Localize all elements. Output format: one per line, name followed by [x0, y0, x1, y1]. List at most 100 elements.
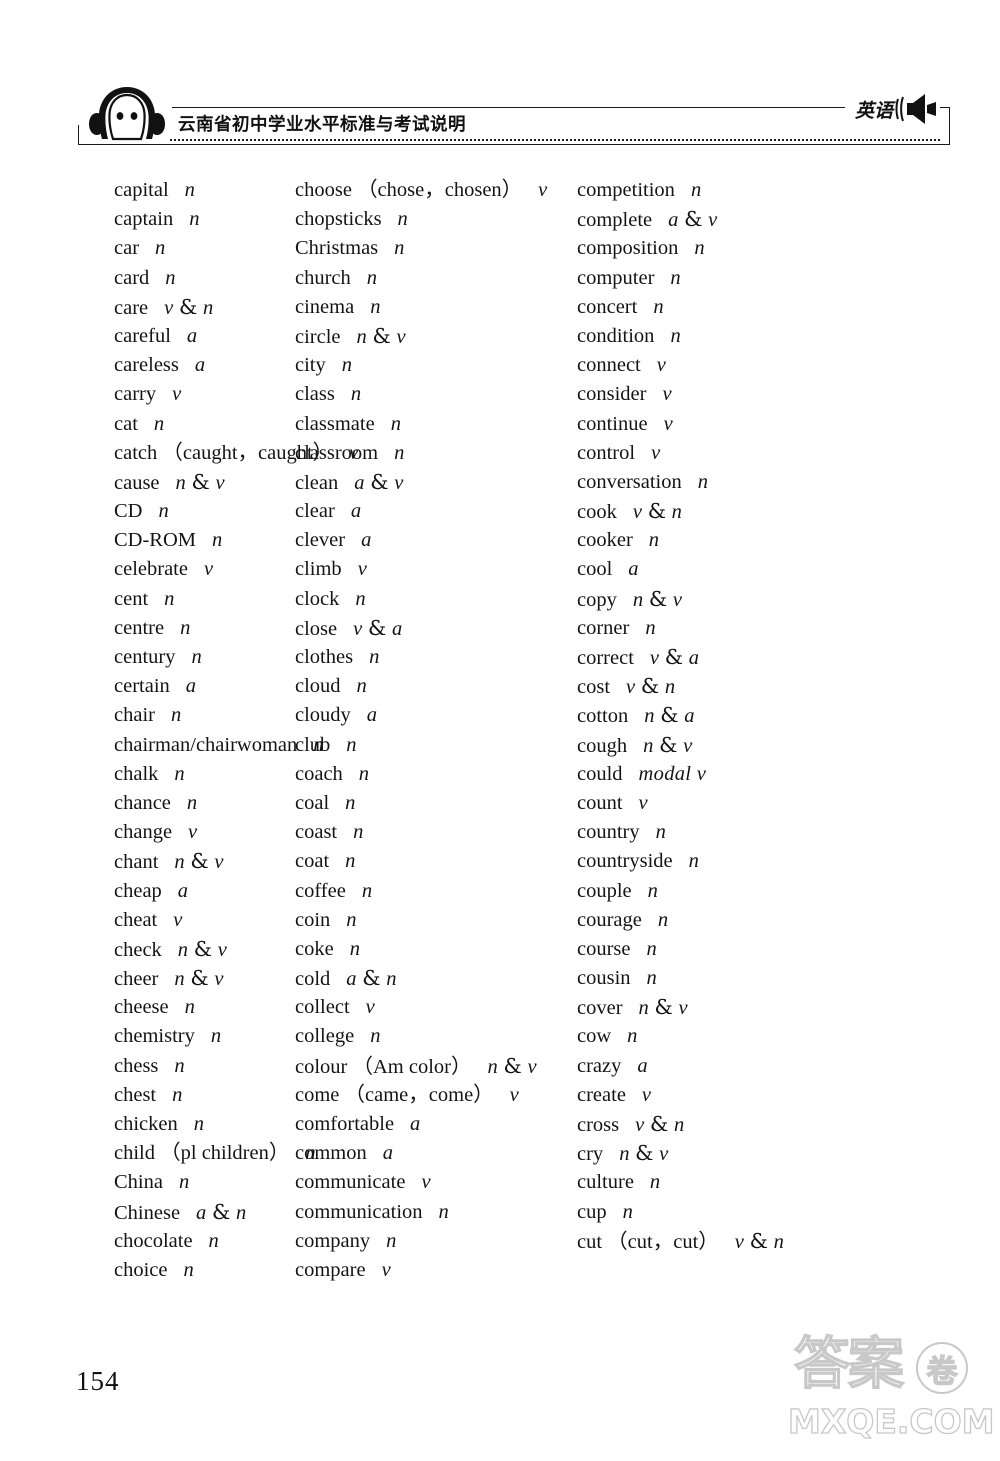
vocabulary-term: coke — [295, 937, 334, 960]
vocabulary-entry: certain a — [114, 672, 285, 701]
vocabulary-entry: college n — [295, 1022, 577, 1051]
vocabulary-term: change — [114, 821, 173, 844]
vocabulary-term: concert — [577, 295, 638, 318]
vocabulary-term: crazy — [577, 1054, 622, 1077]
vocabulary-entry: compare v — [295, 1256, 577, 1285]
vocabulary-part-of-speech: n & v — [356, 323, 406, 348]
vocabulary-term: collect — [295, 996, 350, 1019]
vocabulary-term: care — [114, 296, 149, 319]
vocabulary-term: cinema — [295, 295, 355, 318]
vocabulary-part-of-speech: n — [397, 208, 409, 231]
vocabulary-part-of-speech: n — [688, 850, 700, 873]
vocabulary-entry: common a — [295, 1139, 577, 1168]
vocabulary-part-of-speech: n — [189, 208, 200, 231]
vocabulary-entry: couple n — [577, 877, 1000, 906]
vocabulary-entry: composition n — [577, 234, 1000, 263]
vocabulary-term: cloud — [295, 675, 341, 698]
vocabulary-entry: country n — [577, 818, 1000, 847]
vocabulary-columns: capital n captain n car n card n care v & n carefu… — [0, 176, 1000, 1285]
vocabulary-term: countryside — [577, 850, 673, 873]
watermark-circle-char: 卷 — [926, 1353, 958, 1390]
vocabulary-part-of-speech: v — [509, 1083, 520, 1106]
vocabulary-entry: cheer n & v — [114, 964, 285, 993]
vocabulary-term: clever — [295, 529, 346, 552]
vocabulary-entry: CD-ROM n — [114, 526, 285, 555]
vocabulary-inflections: （chose，chosen） — [357, 179, 523, 201]
vocabulary-entry: culture n — [577, 1168, 1000, 1197]
vocabulary-part-of-speech: n — [646, 967, 658, 990]
vocabulary-part-of-speech: v — [172, 383, 182, 406]
vocabulary-term: city — [295, 354, 326, 377]
vocabulary-entry: chest n — [114, 1081, 285, 1110]
vocabulary-entry: courage n — [577, 906, 1000, 935]
vocabulary-term: cup — [577, 1200, 607, 1223]
vocabulary-part-of-speech: n & v — [632, 586, 683, 611]
vocabulary-entry: colour （Am color） n & v — [295, 1052, 577, 1081]
vocabulary-term: country — [577, 821, 640, 844]
vocabulary-term: carry — [114, 383, 157, 406]
vocabulary-part-of-speech: a — [186, 324, 198, 347]
vocabulary-term: check — [114, 938, 162, 961]
vocabulary-entry: count v — [577, 789, 1000, 818]
vocabulary-term: careless — [114, 354, 179, 377]
vocabulary-entry: classmate n — [295, 410, 577, 439]
vocabulary-term: count — [577, 791, 623, 814]
watermark-domain: MXQE.COM — [787, 1401, 995, 1441]
vocabulary-term: consider — [577, 383, 647, 406]
vocabulary-part-of-speech: n — [390, 412, 402, 435]
vocabulary-term: correct — [577, 647, 634, 669]
vocabulary-term: connect — [577, 354, 641, 377]
vocabulary-entry: coin n — [295, 906, 577, 935]
vocabulary-entry: condition n — [577, 322, 1000, 351]
vocabulary-part-of-speech: n — [153, 412, 165, 435]
vocabulary-term: condition — [577, 324, 655, 347]
vocabulary-part-of-speech: a — [361, 529, 372, 552]
headphones-face-icon — [89, 87, 165, 141]
vocabulary-entry: cool a — [577, 555, 1000, 584]
vocabulary-term: centre — [114, 616, 165, 639]
vocabulary-term: capital — [114, 179, 169, 201]
vocabulary-entry: China n — [114, 1168, 285, 1197]
vocabulary-inflections: （cut，cut） — [607, 1230, 719, 1253]
vocabulary-part-of-speech: a — [350, 500, 362, 523]
vocabulary-entry: classroom n — [295, 439, 577, 468]
vocabulary-part-of-speech: n — [386, 1229, 397, 1252]
vocabulary-part-of-speech: v — [651, 441, 661, 464]
vocabulary-part-of-speech: a — [637, 1054, 648, 1077]
vocabulary-part-of-speech: a — [185, 675, 197, 698]
vocabulary-entry: chairman/chairwoman n — [114, 731, 324, 760]
watermark-text: 答案 — [793, 1332, 904, 1397]
vocabulary-entry: competition n — [577, 176, 1000, 205]
vocabulary-term: cough — [577, 734, 628, 757]
vocabulary-term: club — [295, 733, 331, 756]
vocabulary-part-of-speech: n — [345, 850, 356, 873]
vocabulary-term: Chinese — [114, 1201, 181, 1224]
vocabulary-entry: corner n — [577, 614, 1000, 643]
vocabulary-part-of-speech: v — [641, 1083, 652, 1106]
vocabulary-part-of-speech: n — [158, 500, 170, 523]
vocabulary-part-of-speech: n — [212, 529, 223, 552]
vocabulary-term: coal — [295, 791, 330, 814]
vocabulary-part-of-speech: v — [357, 558, 368, 581]
vocabulary-entry: choice n — [114, 1256, 285, 1285]
vocabulary-entry: conversation n — [577, 468, 1000, 497]
vocabulary-part-of-speech: n — [172, 1083, 183, 1106]
vocabulary-term: cat — [114, 412, 138, 435]
vocabulary-term: clear — [295, 500, 335, 523]
vocabulary-entry: cow n — [577, 1022, 1000, 1051]
vocabulary-term: century — [114, 646, 176, 668]
vocabulary-part-of-speech: a — [366, 704, 378, 727]
vocabulary-part-of-speech: n — [438, 1200, 450, 1223]
vocabulary-entry: centre n — [114, 614, 285, 643]
vocabulary-term: Christmas — [295, 237, 379, 260]
vocabulary-part-of-speech: n & v — [175, 469, 225, 494]
vocabulary-part-of-speech: n — [210, 1025, 222, 1048]
vocabulary-term: company — [295, 1229, 371, 1252]
vocabulary-term: communicate — [295, 1171, 406, 1194]
vocabulary-term: cheat — [114, 908, 158, 931]
vocabulary-entry: cry n & v — [577, 1139, 1000, 1168]
vocabulary-entry: class n — [295, 380, 577, 409]
vocabulary-part-of-speech: n — [694, 237, 705, 260]
vocabulary-part-of-speech: n — [174, 762, 185, 785]
vocabulary-part-of-speech: n — [193, 1113, 205, 1135]
